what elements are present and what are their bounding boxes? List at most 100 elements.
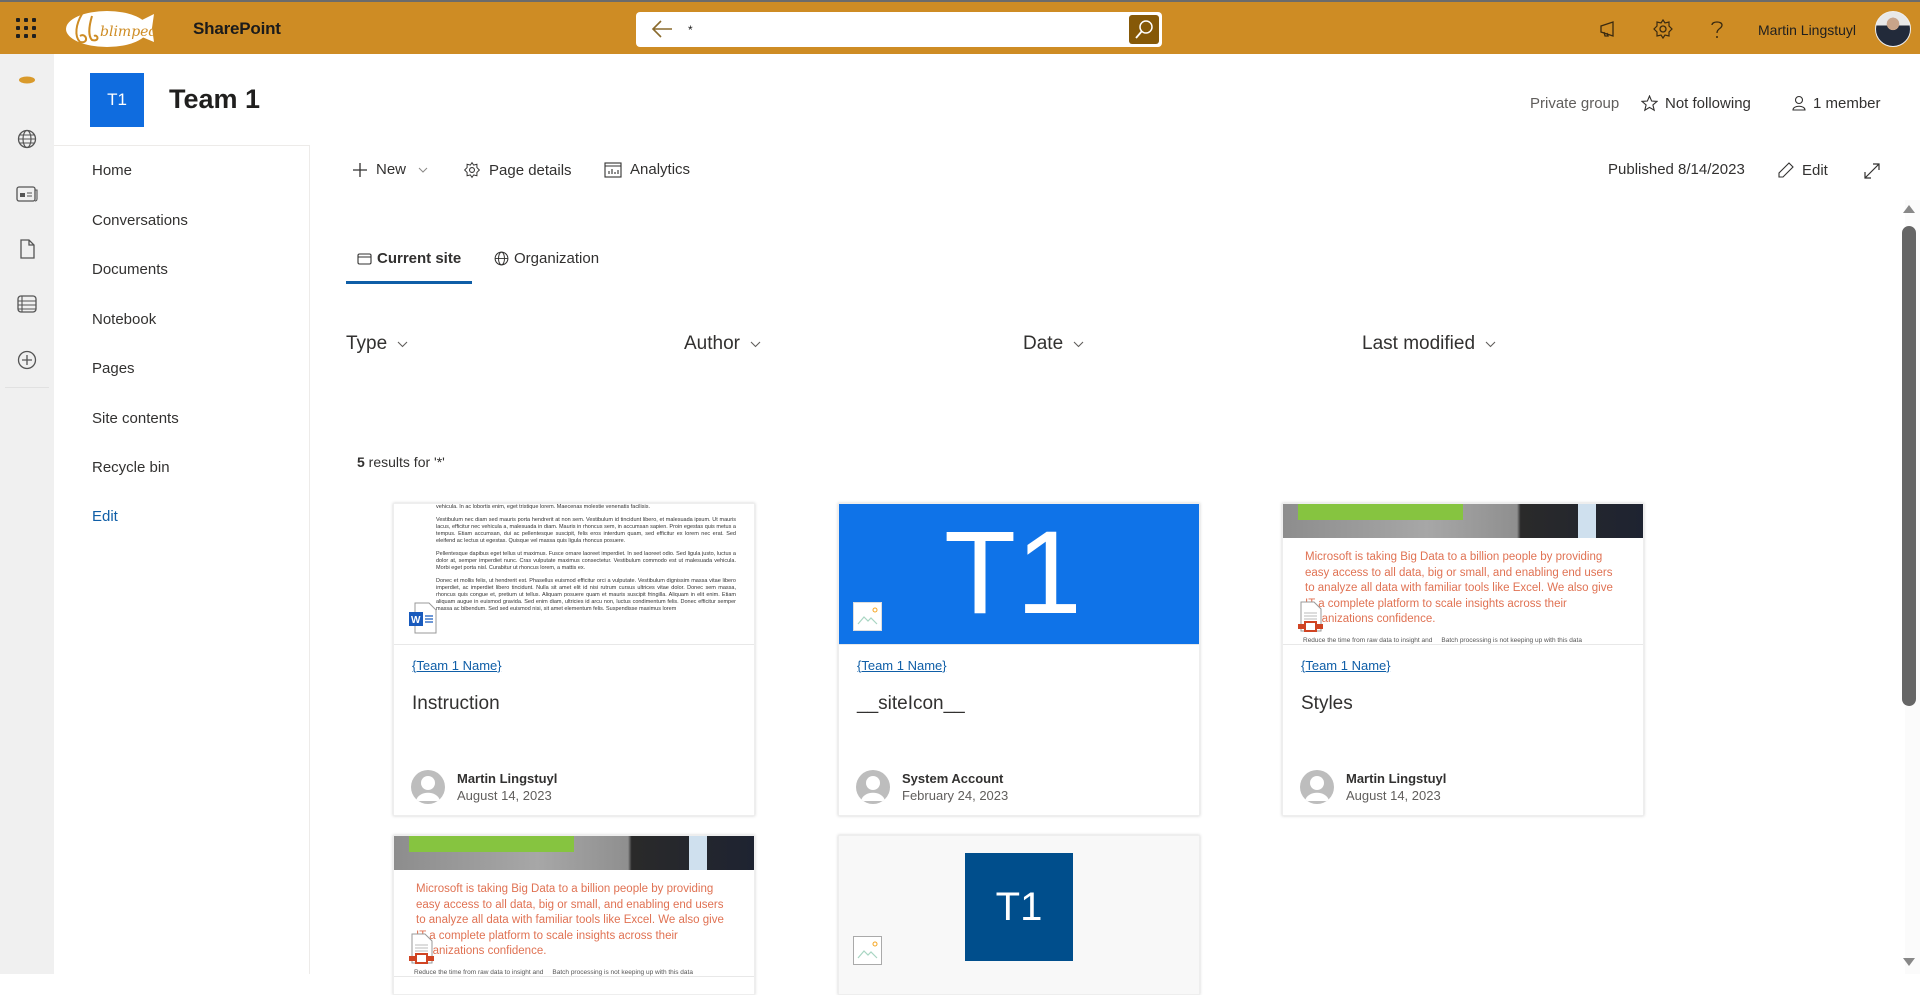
author-avatar — [411, 770, 445, 804]
card-thumbnail: Microsoft is taking Big Data to a billio… — [1283, 504, 1643, 645]
result-card[interactable]: T1 — [838, 835, 1200, 995]
members-button[interactable]: 1 member — [1791, 95, 1881, 112]
nav-edit-link[interactable]: Edit — [92, 508, 118, 525]
chevron-down-icon — [397, 341, 408, 347]
nav-item-pages[interactable]: Pages — [92, 360, 135, 377]
follow-button[interactable]: Not following — [1641, 95, 1751, 112]
globe-icon[interactable] — [15, 127, 39, 151]
search-button[interactable] — [1129, 15, 1159, 44]
help-icon[interactable] — [1706, 18, 1728, 40]
result-card[interactable]: T1 {Team 1 Name} __siteIcon__ System Acc… — [838, 503, 1200, 816]
result-card[interactable]: Microsoft is taking Big Data to a billio… — [1282, 503, 1644, 816]
megaphone-icon[interactable] — [1598, 18, 1620, 40]
results-number: 5 — [357, 454, 365, 470]
results-text: results for '*' — [364, 454, 445, 470]
app-name[interactable]: SharePoint — [193, 19, 281, 39]
tab-organization[interactable]: Organization — [494, 250, 599, 267]
analytics-button[interactable]: Analytics — [604, 161, 690, 178]
filter-date[interactable]: Date — [1023, 333, 1084, 355]
gear-icon — [463, 161, 481, 179]
edit-page-button[interactable]: Edit — [1777, 161, 1828, 179]
card-site-link[interactable]: {Team 1 Name} — [857, 658, 947, 673]
suite-bar: blimped SharePoint Martin Lingstuyl — [0, 2, 1920, 54]
filter-type[interactable]: Type — [346, 333, 408, 355]
page-details-button[interactable]: Page details — [463, 161, 572, 179]
tab-current-site[interactable]: Current site — [357, 250, 461, 267]
filter-author-label: Author — [684, 333, 740, 354]
nav-item-site-contents[interactable]: Site contents — [92, 410, 179, 427]
search-input[interactable] — [688, 20, 1088, 40]
site-navigation: Home Conversations Documents Notebook Pa… — [54, 145, 310, 974]
brand-logo[interactable]: blimped — [62, 6, 160, 50]
waffle-icon[interactable] — [14, 16, 38, 40]
slide-text: Microsoft is taking Big Data to a billio… — [416, 883, 724, 957]
user-name[interactable]: Martin Lingstuyl — [1758, 22, 1856, 38]
gear-icon[interactable] — [1652, 18, 1674, 40]
tab-current-site-label: Current site — [377, 250, 462, 267]
expand-icon[interactable] — [1863, 162, 1881, 180]
filter-type-label: Type — [346, 333, 388, 354]
site-title[interactable]: Team 1 — [169, 84, 260, 115]
result-card[interactable]: Microsoft is taking Big Data to a billio… — [393, 835, 755, 995]
document-icon[interactable] — [15, 237, 39, 261]
card-site-link[interactable]: {Team 1 Name} — [1301, 658, 1391, 673]
author-avatar — [1300, 770, 1334, 804]
card-title[interactable]: Styles — [1301, 693, 1353, 715]
scroll-down-arrow-icon[interactable] — [1903, 958, 1915, 966]
new-button[interactable]: New — [352, 161, 428, 178]
chevron-down-icon — [1073, 341, 1084, 347]
filter-author[interactable]: Author — [684, 333, 761, 355]
chevron-down-icon — [1485, 341, 1496, 347]
word-file-icon: W — [409, 602, 437, 634]
card-thumbnail: T1 — [839, 836, 1199, 977]
filter-last-modified-label: Last modified — [1362, 333, 1476, 354]
powerpoint-file-icon — [409, 933, 434, 964]
image-file-icon — [853, 936, 882, 965]
chevron-down-icon — [418, 167, 428, 173]
nav-item-home[interactable]: Home — [92, 162, 132, 179]
document-preview: vehicula. In ac lobortis enim, eget tris… — [436, 504, 736, 612]
result-card[interactable]: vehicula. In ac lobortis enim, eget tris… — [393, 503, 755, 816]
card-site-link[interactable]: {Team 1 Name} — [412, 658, 502, 673]
published-status: Published 8/14/2023 — [1608, 161, 1745, 178]
plus-icon — [353, 162, 367, 177]
tab-organization-label: Organization — [514, 250, 600, 267]
card-date: August 14, 2023 — [457, 788, 552, 803]
card-thumbnail: T1 — [839, 504, 1199, 645]
new-label: New — [376, 161, 407, 178]
members-label: 1 member — [1813, 95, 1881, 112]
analytics-label: Analytics — [630, 161, 691, 178]
person-icon — [1792, 95, 1806, 111]
card-date: August 14, 2023 — [1346, 788, 1441, 803]
card-title[interactable]: Instruction — [412, 693, 500, 715]
globe-icon — [494, 251, 509, 266]
scrollbar-thumb[interactable] — [1902, 226, 1916, 706]
slide-text: Microsoft is taking Big Data to a billio… — [1305, 551, 1613, 625]
slide-subtext: Reduce the time from raw data to insight… — [414, 969, 693, 976]
nav-item-conversations[interactable]: Conversations — [92, 212, 188, 229]
search-box[interactable] — [636, 12, 1162, 47]
author-avatar — [856, 770, 890, 804]
slide-photo — [1283, 504, 1643, 538]
list-icon[interactable] — [15, 292, 39, 316]
scroll-up-arrow-icon[interactable] — [1903, 205, 1915, 213]
window-icon — [357, 252, 372, 265]
news-icon[interactable] — [15, 182, 39, 206]
results-count: 5 results for '*' — [357, 454, 445, 470]
site-logo[interactable]: T1 — [90, 73, 144, 127]
user-avatar[interactable] — [1875, 11, 1911, 47]
nav-item-recycle-bin[interactable]: Recycle bin — [92, 459, 170, 476]
card-author: Martin Lingstuyl — [457, 771, 558, 786]
active-tab-indicator — [346, 281, 472, 284]
card-title[interactable]: __siteIcon__ — [857, 693, 965, 715]
filter-last-modified[interactable]: Last modified — [1362, 333, 1496, 355]
back-arrow-icon[interactable] — [650, 18, 674, 40]
home-logo-icon[interactable] — [15, 68, 39, 92]
add-icon[interactable] — [15, 348, 39, 372]
nav-item-notebook[interactable]: Notebook — [92, 311, 156, 328]
svg-text:W: W — [411, 615, 421, 626]
card-thumbnail: Microsoft is taking Big Data to a billio… — [394, 836, 754, 977]
image-file-icon — [853, 602, 882, 631]
nav-item-documents[interactable]: Documents — [92, 261, 168, 278]
rail-divider — [5, 387, 49, 388]
